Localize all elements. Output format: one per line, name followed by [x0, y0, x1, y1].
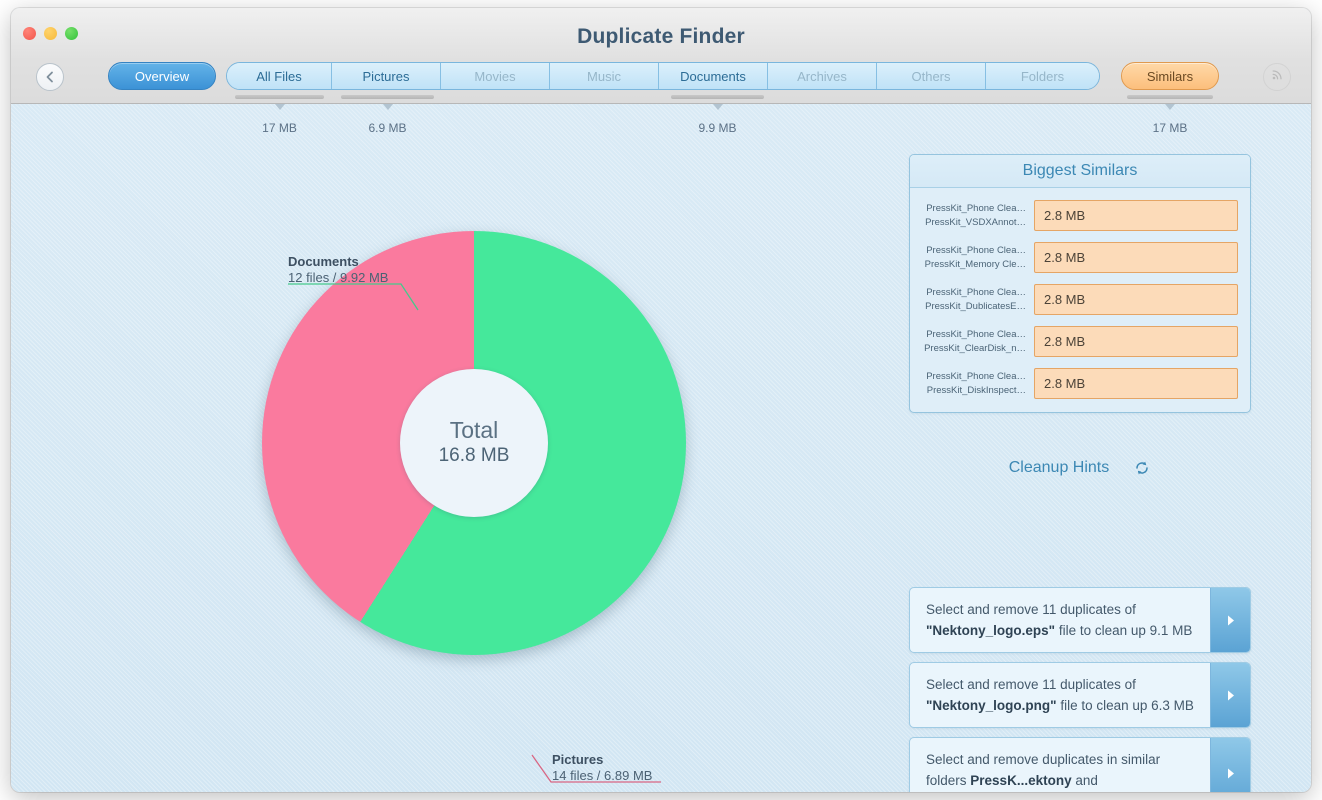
tab-label: Documents: [680, 68, 746, 84]
cleanup-hints-header: Cleanup Hints: [909, 454, 1251, 482]
similars-file-top: PressKit_Phone Clea…: [926, 370, 1026, 382]
toolbar: Overview All Files Pictures Movies Music Doc…: [11, 62, 1311, 104]
title-bar: Duplicate Finder Overview All Files Pictu…: [11, 8, 1311, 104]
tab-archives[interactable]: Archives: [768, 63, 877, 89]
size-label: 17 MB: [1152, 121, 1188, 135]
cleanup-hints-title: Cleanup Hints: [1008, 459, 1110, 476]
similars-size-bar: 2.8 MB: [1034, 200, 1238, 231]
tab-pictures[interactable]: Pictures: [332, 63, 441, 89]
similars-file-bottom: PressKit_DublicatesE…: [925, 300, 1026, 312]
similars-file-top: PressKit_Phone Clea…: [926, 328, 1026, 340]
cleanup-hint-line: "Nektony_logo.png" file to clean up 6.3 …: [926, 697, 1194, 713]
rss-icon: [1270, 67, 1285, 87]
similars-file-bottom: PressKit_VSDXAnnot…: [925, 216, 1026, 228]
cleanup-hint-line: Select and remove 11 duplicates of: [926, 602, 1136, 617]
cleanup-hint-text: Select and remove duplicates in similar f…: [910, 738, 1210, 792]
tab-label: Pictures: [362, 68, 410, 84]
similars-row-names: PressKit_Phone Clea… PressKit_ClearDisk_n…: [922, 328, 1034, 356]
tab-underline: [1127, 95, 1213, 99]
chevron-right-icon[interactable]: [1210, 738, 1250, 792]
similars-size-bar: 2.8 MB: [1034, 284, 1238, 315]
biggest-similars-panel: Biggest Similars PressKit_Phone Clea… Pre…: [909, 154, 1251, 413]
similars-file-bottom: PressKit_ClearDisk_n…: [924, 342, 1026, 354]
tab-underline: [341, 95, 434, 99]
tab-underline: [671, 95, 764, 99]
chevron-right-icon[interactable]: [1210, 588, 1250, 652]
tab-label: Movies: [474, 68, 516, 84]
biggest-similars-title: Biggest Similars: [910, 155, 1250, 188]
cleanup-hint-line: "Nektony_logo.eps" file to clean up 9.1 …: [926, 622, 1193, 638]
callout-pictures-title: Pictures: [552, 752, 604, 767]
callout-pictures: Pictures 14 files / 6.89 MB: [552, 752, 652, 785]
back-button[interactable]: [36, 63, 64, 91]
similars-file-top: PressKit_Phone Clea…: [926, 244, 1026, 256]
similars-row-names: PressKit_Phone Clea… PressKit_VSDXAnnot…: [922, 202, 1034, 230]
tab-label: Others: [911, 68, 951, 84]
tab-all-files[interactable]: All Files: [227, 63, 332, 89]
cleanup-hint-line: folders PressK...ektony and: [926, 772, 1098, 788]
tab-underline: [235, 95, 324, 99]
callout-documents-title: Documents: [288, 254, 359, 269]
refresh-icon[interactable]: [1133, 459, 1151, 477]
tab-documents[interactable]: Documents: [659, 63, 768, 89]
rss-button[interactable]: [1263, 63, 1291, 91]
tab-music[interactable]: Music: [550, 63, 659, 89]
chevron-left-icon: [44, 70, 56, 84]
similars-row[interactable]: PressKit_Phone Clea… PressKit_VSDXAnnot… 2…: [922, 199, 1238, 232]
cleanup-hint-card[interactable]: Select and remove 11 duplicates of "Nekto…: [909, 587, 1251, 653]
similars-size-bar: 2.8 MB: [1034, 368, 1238, 399]
pie-chart[interactable]: Total 16.8 MB: [262, 231, 686, 655]
similars-row[interactable]: PressKit_Phone Clea… PressKit_DiskInspect…: [922, 367, 1238, 400]
cleanup-hint-line: Select and remove duplicates in similar: [926, 752, 1161, 767]
app-window: Duplicate Finder Overview All Files Pictu…: [11, 8, 1311, 792]
biggest-similars-list: PressKit_Phone Clea… PressKit_VSDXAnnot… 2…: [910, 188, 1250, 412]
tab-label: Music: [587, 68, 621, 84]
callout-documents: Documents 12 files / 9.92 MB: [288, 254, 388, 287]
category-tab-group: All Files Pictures Movies Music Documents Arc…: [226, 62, 1100, 90]
similars-row[interactable]: PressKit_Phone Clea… PressKit_Memory Cle……: [922, 241, 1238, 274]
chevron-right-icon[interactable]: [1210, 663, 1250, 727]
tab-similars-label: Similars: [1146, 68, 1194, 84]
window-title: Duplicate Finder: [577, 25, 745, 48]
pie-total-label: Total: [449, 417, 499, 444]
similars-file-bottom: PressKit_DiskInspect…: [926, 384, 1026, 396]
cleanup-hint-text: Select and remove 11 duplicates of "Nekto…: [910, 663, 1210, 727]
tab-movies[interactable]: Movies: [441, 63, 550, 89]
similars-file-top: PressKit_Phone Clea…: [926, 202, 1026, 214]
similars-row-names: PressKit_Phone Clea… PressKit_Memory Cle…: [922, 244, 1034, 272]
similars-row[interactable]: PressKit_Phone Clea… PressKit_ClearDisk_n…: [922, 325, 1238, 358]
tab-others[interactable]: Others: [877, 63, 986, 89]
similars-row-names: PressKit_Phone Clea… PressKit_DiskInspect…: [922, 370, 1034, 398]
similars-row-names: PressKit_Phone Clea… PressKit_DublicatesE…: [922, 286, 1034, 314]
size-tick: [1165, 104, 1175, 110]
tab-label: All Files: [256, 68, 302, 84]
similars-file-top: PressKit_Phone Clea…: [926, 286, 1026, 298]
content-area: 17 MB 6.9 MB 9.9 MB 17 MB Total 16.8 MB Doc…: [11, 104, 1311, 792]
cleanup-hint-line: Select and remove 11 duplicates of: [926, 677, 1136, 692]
callout-documents-sub: 12 files / 9.92 MB: [288, 270, 389, 286]
tab-overview-label: Overview: [134, 68, 190, 84]
tab-overview[interactable]: Overview: [108, 62, 216, 90]
tab-label: Archives: [797, 68, 847, 84]
cleanup-hint-text: Select and remove 11 duplicates of "Nekto…: [910, 588, 1210, 652]
tab-folders[interactable]: Folders: [986, 63, 1099, 89]
tab-label: Folders: [1020, 68, 1065, 84]
similars-file-bottom: PressKit_Memory Cle…: [924, 258, 1026, 270]
similars-size-bar: 2.8 MB: [1034, 242, 1238, 273]
chart-area: Total 16.8 MB Documents 12 files / 9.92 …: [11, 104, 911, 792]
cleanup-hint-card[interactable]: Select and remove duplicates in similar f…: [909, 737, 1251, 792]
similars-row[interactable]: PressKit_Phone Clea… PressKit_DublicatesE…: [922, 283, 1238, 316]
pie-center-total: Total 16.8 MB: [400, 369, 548, 517]
cleanup-hint-card[interactable]: Select and remove 11 duplicates of "Nekto…: [909, 662, 1251, 728]
tab-similars[interactable]: Similars: [1121, 62, 1219, 90]
similars-size-bar: 2.8 MB: [1034, 326, 1238, 357]
pie-total-value: 16.8 MB: [438, 444, 510, 466]
callout-pictures-sub: 14 files / 6.89 MB: [552, 768, 653, 784]
